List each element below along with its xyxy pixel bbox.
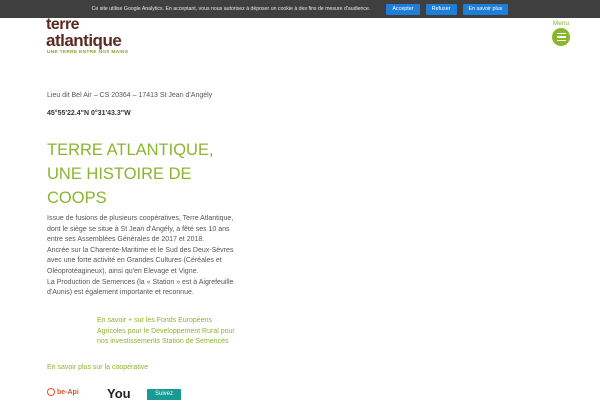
eu-funds-link[interactable]: En savoir + sur les Fonds Européens Agri…: [97, 316, 237, 348]
cookie-consent-bar: Ce site utilise Google Analytics. En acc…: [0, 0, 600, 18]
page-title-line: TERRE ATLANTIQUE,: [47, 141, 214, 159]
page-title: TERRE ATLANTIQUE, UNE HISTOIRE DE COOPS: [47, 138, 247, 210]
beapi-label: be-Api: [57, 388, 79, 396]
logo-word-atlantique: atlantique: [46, 31, 122, 50]
accept-cookies-button[interactable]: Accepter: [386, 3, 420, 15]
cooperative-link[interactable]: En savoir plus sur la coopérative: [47, 364, 148, 371]
history-paragraph: Issue de fusions de plusieurs coopérativ…: [47, 215, 234, 244]
cookie-more-info-button[interactable]: En savoir plus: [462, 3, 509, 15]
postal-address: Lieu dit Bel Air – CS 20364 – 17413 St J…: [47, 92, 213, 99]
history-paragraph: La Production de Semences (la « Station …: [47, 278, 234, 297]
page-title-line: COOPS: [47, 189, 107, 207]
menu-label: Menu: [552, 20, 570, 27]
logo-tagline: UNE TERRE ENTRE NOS MAINS: [47, 50, 129, 55]
gps-coordinates: 45°55'22.4"N 0°31'43.3"W: [47, 110, 131, 117]
beapi-icon: [47, 388, 55, 396]
page-title-line: UNE HISTOIRE DE: [47, 165, 192, 183]
youtube-logo[interactable]: You: [107, 386, 131, 401]
hamburger-menu-icon[interactable]: [552, 28, 570, 46]
refuse-cookies-button[interactable]: Refuser: [425, 3, 457, 15]
history-paragraph: Ancrée sur la Charente-Maritime et le Su…: [47, 246, 234, 275]
cookie-consent-text: Ce site utilise Google Analytics. En acc…: [91, 6, 371, 12]
follow-button[interactable]: Suivez: [147, 389, 182, 400]
beapi-logo[interactable]: be-Api: [47, 388, 79, 396]
history-text: Issue de fusions de plusieurs coopérativ…: [47, 214, 237, 299]
main-menu[interactable]: Menu: [549, 20, 573, 46]
